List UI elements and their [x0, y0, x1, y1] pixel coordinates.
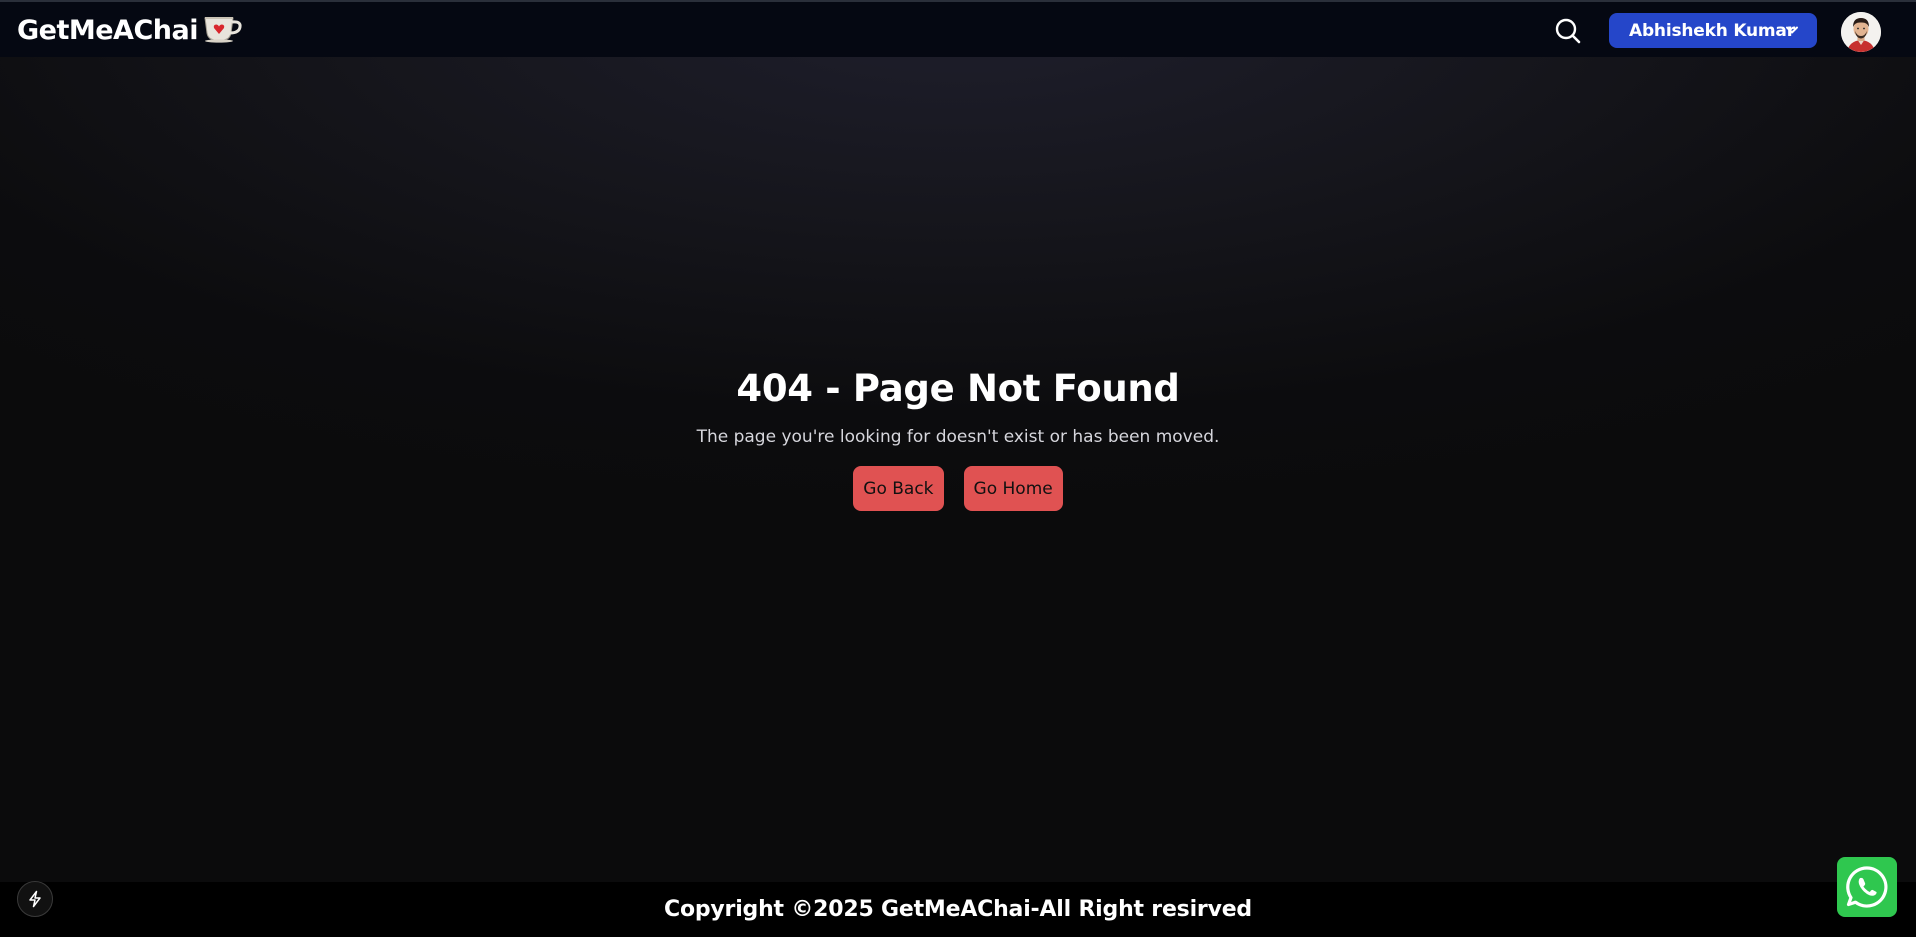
user-menu-button[interactable]: Abhishekh Kumar: [1609, 13, 1817, 48]
user-name: Abhishekh Kumar: [1629, 20, 1795, 41]
search-icon: [1555, 18, 1581, 44]
copyright-text: Copyright ©2025 GetMeAChai-All Right res…: [664, 897, 1252, 922]
brand-name: GetMeAChai: [17, 14, 198, 46]
navbar: GetMeAChai Abhishekh Kumar: [0, 0, 1916, 57]
go-home-button[interactable]: Go Home: [963, 466, 1063, 511]
chevron-down-icon: [1786, 26, 1798, 34]
page-title: 404 - Page Not Found: [736, 367, 1180, 410]
whatsapp-icon: [1846, 866, 1888, 908]
footer: Copyright ©2025 GetMeAChai-All Right res…: [0, 882, 1916, 937]
avatar[interactable]: [1841, 12, 1881, 52]
not-found-panel: 404 - Page Not Found The page you're loo…: [0, 360, 1916, 511]
lightning-icon: [29, 890, 41, 908]
error-message: The page you're looking for doesn't exis…: [696, 427, 1220, 447]
page: GetMeAChai Abhishekh Kumar 404 - Page No…: [0, 0, 1916, 937]
brand-logo[interactable]: GetMeAChai: [17, 13, 244, 47]
action-buttons: Go Back Go Home: [0, 466, 1916, 511]
tea-cup-icon: [202, 13, 244, 47]
whatsapp-chat-button[interactable]: [1837, 857, 1897, 917]
search-button[interactable]: [1553, 16, 1583, 46]
dev-indicator-button[interactable]: [17, 881, 53, 917]
go-back-button[interactable]: Go Back: [853, 466, 944, 511]
